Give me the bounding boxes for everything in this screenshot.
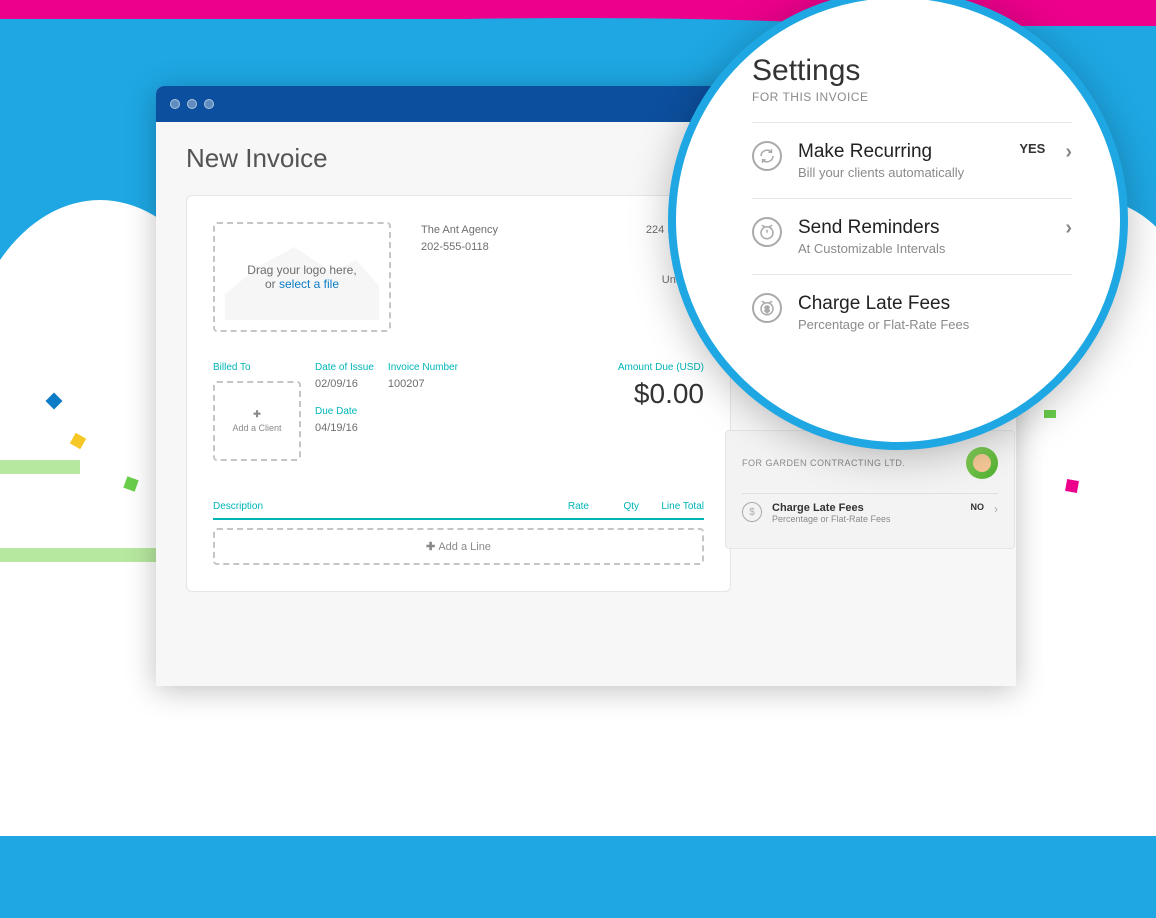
settings-item-sub: Bill your clients automatically [798,165,1003,180]
avatar-face [973,454,991,472]
due-date-label: Due Date [315,406,374,417]
confetti [1065,479,1079,493]
invoice-no[interactable]: 100207 [388,378,458,390]
plus-icon: ✚ [253,409,261,420]
add-line-label: Add a Line [438,541,491,553]
billed-to-col: Billed To ✚ Add a Client [213,362,301,461]
confetti [1044,410,1056,418]
invoice-no-col: Invoice Number 100207 [388,362,458,461]
window-control-minimize[interactable] [187,99,197,109]
settings-item-late-fees[interactable]: $ Charge Late Fees Percentage or Flat-Ra… [752,274,1072,350]
logo-dropzone[interactable]: Drag your logo here, or select a file [213,222,391,332]
settings-item-title: Make Recurring [798,141,1003,163]
side-panel-for: FOR GARDEN CONTRACTING LTD. [742,458,956,468]
settings-item-recurring[interactable]: Make Recurring Bill your clients automat… [752,122,1072,198]
side-item-text: Charge Late Fees Percentage or Flat-Rate… [772,502,961,524]
logo-or: or [265,277,279,291]
invoice-no-label: Invoice Number [388,362,458,373]
dates-col: Date of Issue 02/09/16 Due Date 04/19/16 [315,362,374,461]
logo-drop-text: Drag your logo here, [247,263,356,277]
side-item-late-fees[interactable]: $ Charge Late Fees Percentage or Flat-Ra… [742,493,998,532]
col-description: Description [213,501,529,512]
settings-item-reminders[interactable]: Send Reminders At Customizable Intervals… [752,198,1072,274]
client-avatar[interactable] [966,447,998,479]
chevron-right-icon: › [1065,141,1072,164]
col-rate: Rate [529,501,589,512]
meta-row: Billed To ✚ Add a Client Date of Issue 0… [213,362,704,461]
settings-item-text: Make Recurring Bill your clients automat… [798,141,1003,180]
date-issue-label: Date of Issue [315,362,374,373]
add-line-button[interactable]: ✚ Add a Line [213,528,704,565]
amount-label: Amount Due (USD) [618,362,704,373]
col-line-total: Line Total [639,501,704,512]
add-client-button[interactable]: ✚ Add a Client [213,381,301,461]
col-qty: Qty [589,501,639,512]
settings-item-text: Charge Late Fees Percentage or Flat-Rate… [798,293,1072,332]
dollar-icon: $ [742,502,762,522]
settings-subtitle: FOR THIS INVOICE [752,90,1072,104]
billed-to-label: Billed To [213,362,301,373]
invoice-card: Drag your logo here, or select a file Th… [186,195,731,592]
due-date[interactable]: 04/19/16 [315,422,374,434]
add-client-label: Add a Client [232,423,281,433]
amount-due: $0.00 [618,378,704,410]
recurring-icon [752,141,782,171]
green-bar [0,548,160,562]
company-info: The Ant Agency 202-555-0118 [421,222,498,332]
green-bar-2 [0,460,80,474]
line-items-header: Description Rate Qty Line Total [213,501,704,520]
dollar-clock-icon: $ [752,293,782,323]
amount-col: Amount Due (USD) $0.00 [618,362,704,461]
company-name: The Ant Agency [421,222,498,239]
logo-drop-text2: or select a file [265,277,339,291]
window-control-maximize[interactable] [204,99,214,109]
chevron-right-icon: › [1065,217,1072,240]
clock-icon [752,217,782,247]
settings-item-text: Send Reminders At Customizable Intervals [798,217,1049,256]
settings-title: Settings [752,54,1072,88]
date-issue[interactable]: 02/09/16 [315,378,374,390]
company-phone: 202-555-0118 [421,239,498,256]
page-title: New Invoice [186,143,734,174]
settings-item-badge: YES [1019,141,1045,156]
settings-item-title: Send Reminders [798,217,1049,239]
settings-panel: Settings FOR THIS INVOICE Make Recurring… [668,0,1128,450]
settings-item-title: Charge Late Fees [798,293,1072,315]
side-item-sub: Percentage or Flat-Rate Fees [772,514,961,524]
top-row: Drag your logo here, or select a file Th… [213,222,704,332]
plus-icon: ✚ [426,541,438,553]
svg-text:$: $ [765,305,770,314]
side-item-title: Charge Late Fees [772,502,961,514]
side-panel-header: FOR GARDEN CONTRACTING LTD. [742,447,998,479]
settings-item-sub: At Customizable Intervals [798,241,1049,256]
chevron-right-icon: › [994,502,998,516]
window-control-close[interactable] [170,99,180,109]
side-item-badge: NO [971,502,985,512]
select-file-link[interactable]: select a file [279,277,339,291]
settings-item-sub: Percentage or Flat-Rate Fees [798,317,1072,332]
